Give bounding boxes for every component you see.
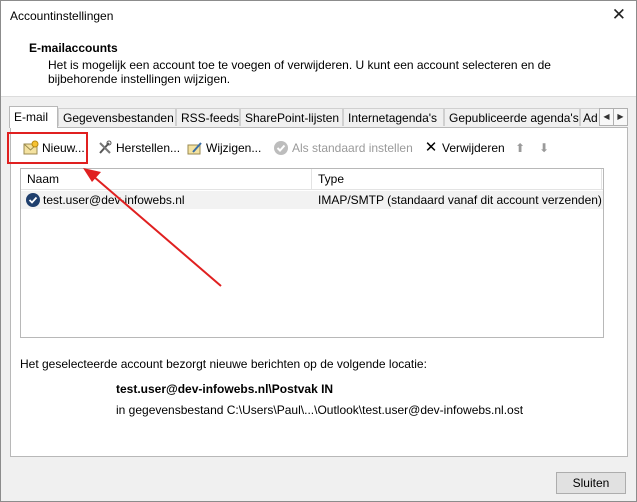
annotation-arrow bbox=[83, 168, 222, 287]
account-settings-window: Accountinstellingen ✕ E-mailaccounts Het… bbox=[0, 0, 637, 502]
tab-email[interactable]: E-mail bbox=[9, 106, 58, 128]
